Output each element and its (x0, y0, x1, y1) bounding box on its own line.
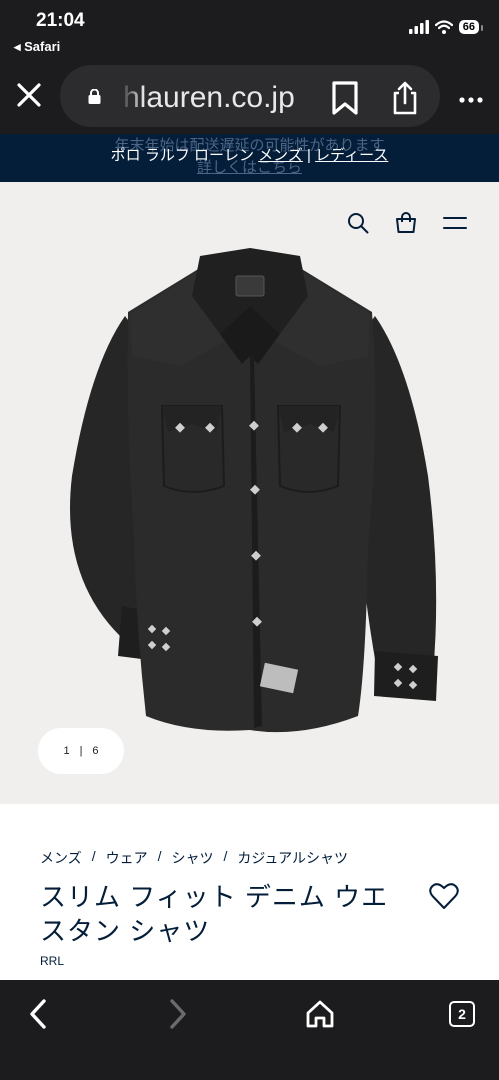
lock-icon (88, 89, 101, 104)
site-header-icons (347, 212, 467, 234)
chevron-right-icon (170, 999, 186, 1029)
ellipsis-icon (459, 97, 483, 103)
cellular-signal-icon (408, 20, 429, 34)
shirt-image (70, 248, 438, 733)
home-icon (306, 1000, 334, 1028)
ladies-link[interactable]: レディース (315, 147, 388, 164)
back-to-safari-link[interactable]: ◂ Safari (14, 39, 60, 55)
clock: 21:04 (36, 10, 85, 31)
share-icon[interactable] (390, 81, 420, 115)
battery-indicator: 66 (458, 20, 484, 34)
image-pager[interactable]: 1 | 6 (38, 728, 124, 774)
pager-divider: | (79, 745, 83, 757)
brand-prefix: ポロ ラルフ ローレン (110, 147, 254, 164)
breadcrumb-separator: / (223, 848, 228, 864)
browser-toolbar: 2 (0, 980, 499, 1080)
menu-icon[interactable] (443, 215, 467, 231)
wifi-icon (434, 20, 453, 34)
close-button[interactable] (14, 80, 44, 110)
home-button[interactable] (298, 992, 342, 1036)
product-title: スリム フィット デニム ウエスタン シャツ (40, 882, 389, 946)
product-info: メンズ / ウェア / シャツ / カジュアルシャツ スリム フィット デニム … (0, 804, 499, 980)
status-bar: 21:04 ◂ Safari 66 (0, 0, 499, 60)
tabs-button[interactable]: 2 (440, 992, 484, 1036)
breadcrumb-casual-shirts[interactable]: カジュアルシャツ (237, 848, 348, 868)
url-text: hlauren.co.jp (123, 81, 295, 114)
back-button[interactable] (16, 992, 60, 1036)
banner-divider: | (307, 147, 311, 164)
pager-total: 6 (92, 745, 99, 757)
browser-url-bar: hlauren.co.jp (0, 60, 499, 134)
product-image-gallery[interactable]: 1 | 6 (0, 182, 499, 804)
heart-icon[interactable] (429, 882, 459, 910)
search-icon[interactable] (347, 212, 369, 234)
breadcrumb: メンズ / ウェア / シャツ / カジュアルシャツ (40, 848, 348, 868)
bookmark-icon[interactable] (330, 81, 360, 115)
mens-link[interactable]: メンズ (258, 147, 303, 164)
status-icons: 66 (408, 20, 484, 34)
breadcrumb-separator: / (157, 848, 162, 864)
more-icon[interactable] (459, 84, 483, 104)
shopping-bag-icon[interactable] (395, 212, 417, 234)
tab-count: 2 (449, 1001, 475, 1027)
pager-current: 1 (63, 745, 70, 757)
promo-banner: 年末年始は配送遅延の可能性があります 詳しくはこちら ポロ ラルフ ローレン メ… (0, 134, 499, 182)
product-brand: RRL (40, 954, 65, 968)
address-field[interactable]: hlauren.co.jp (60, 65, 440, 127)
breadcrumb-wear[interactable]: ウェア (106, 848, 148, 868)
breadcrumb-separator: / (91, 848, 96, 864)
forward-button[interactable] (156, 992, 200, 1036)
brand-links: ポロ ラルフ ローレン メンズ | レディース (0, 144, 499, 165)
chevron-left-icon (30, 999, 46, 1029)
breadcrumb-mens[interactable]: メンズ (40, 848, 82, 868)
url-fade (120, 77, 144, 117)
breadcrumb-shirts[interactable]: シャツ (172, 848, 214, 868)
close-icon (17, 83, 41, 107)
